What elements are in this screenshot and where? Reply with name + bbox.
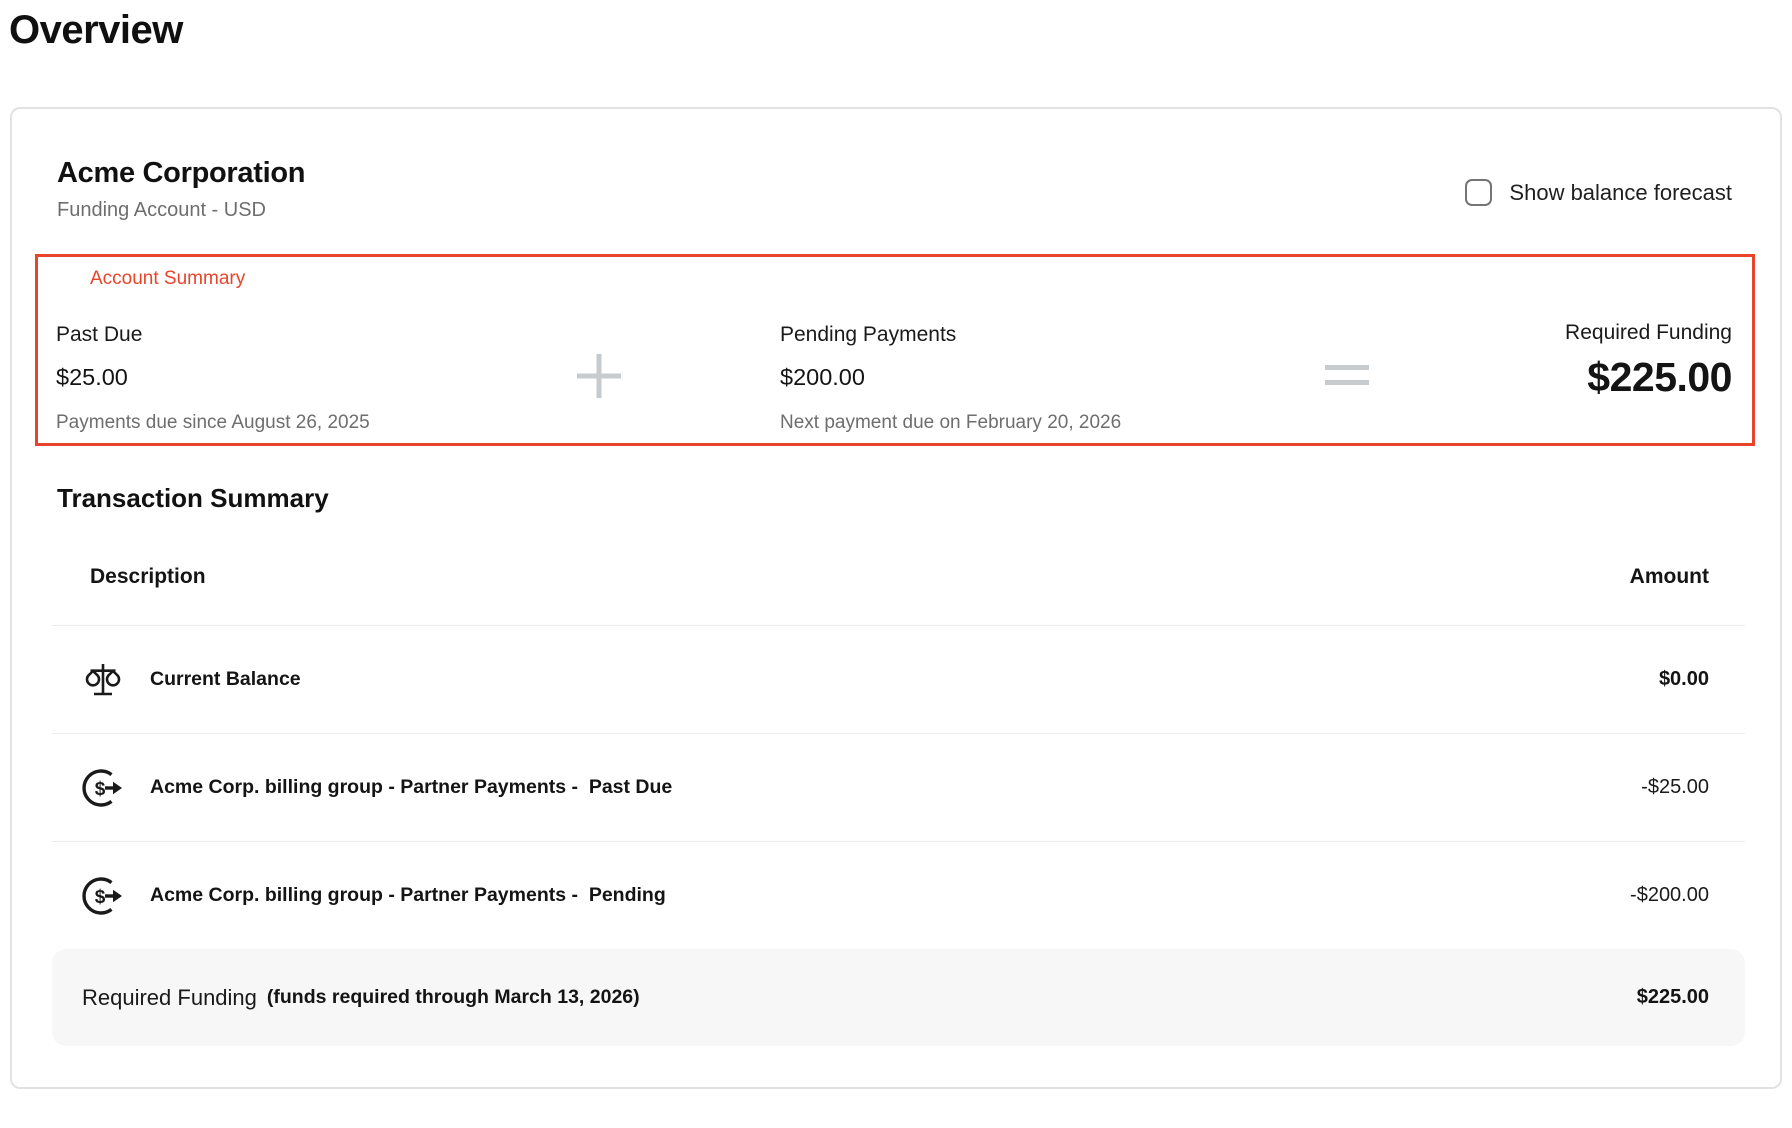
svg-text:$: $ (95, 779, 106, 800)
account-summary-annotation-label: Account Summary (90, 268, 245, 290)
equals-icon (1324, 363, 1370, 389)
pending-payments-amount: $200.00 (780, 364, 1121, 391)
table-row: $ Acme Corp. billing group - Partner Pay… (52, 841, 1745, 949)
svg-text:$: $ (95, 887, 106, 908)
show-balance-forecast-checkbox[interactable] (1465, 179, 1492, 206)
required-funding-amount: $225.00 (1565, 354, 1732, 401)
column-amount: Amount (1630, 565, 1709, 589)
transaction-description: Acme Corp. billing group - Partner Payme… (150, 884, 666, 907)
required-funding-row: Required Funding (funds required through… (52, 949, 1745, 1046)
funding-account-card: Acme Corporation Funding Account - USD S… (10, 107, 1782, 1089)
pending-payments-summary: Pending Payments $200.00 Next payment du… (780, 323, 1121, 434)
transaction-amount: $0.00 (1659, 668, 1709, 691)
transaction-description: Acme Corp. billing group - Partner Payme… (150, 776, 672, 799)
transaction-amount: -$25.00 (1641, 776, 1709, 799)
account-subtitle: Funding Account - USD (57, 199, 266, 222)
transaction-description: Current Balance (150, 668, 301, 691)
plus-icon (576, 353, 622, 399)
transaction-summary-title: Transaction Summary (57, 483, 329, 514)
required-funding-row-label: Required Funding (82, 985, 257, 1011)
column-description: Description (90, 565, 206, 589)
required-funding-row-detail: (funds required through March 13, 2026) (267, 986, 640, 1009)
show-balance-forecast-label[interactable]: Show balance forecast (1509, 180, 1732, 206)
transaction-table: Description Amount Current Balance $0.00 (52, 557, 1745, 1046)
past-due-amount: $25.00 (56, 364, 370, 391)
past-due-summary: Past Due $25.00 Payments due since Augus… (56, 323, 370, 434)
pending-payments-label: Pending Payments (780, 323, 1121, 347)
past-due-note: Payments due since August 26, 2025 (56, 412, 370, 434)
transaction-amount: -$200.00 (1630, 884, 1709, 907)
pending-payments-note: Next payment due on February 20, 2026 (780, 412, 1121, 434)
show-balance-forecast-control: Show balance forecast (1465, 179, 1732, 206)
required-funding-row-amount: $225.00 (1637, 986, 1709, 1009)
required-funding-label: Required Funding (1565, 321, 1732, 345)
payment-out-icon: $ (80, 765, 126, 811)
table-row: Current Balance $0.00 (52, 625, 1745, 733)
account-summary-annotation-box: Account Summary Past Due $25.00 Payments… (35, 254, 1755, 446)
payment-out-icon: $ (80, 873, 126, 919)
table-header: Description Amount (52, 557, 1745, 625)
account-name: Acme Corporation (57, 157, 305, 190)
past-due-label: Past Due (56, 323, 370, 347)
table-row: $ Acme Corp. billing group - Partner Pay… (52, 733, 1745, 841)
page-title: Overview (9, 8, 1792, 53)
balance-scale-icon (80, 661, 126, 699)
required-funding-summary: Required Funding $225.00 (1565, 321, 1732, 401)
